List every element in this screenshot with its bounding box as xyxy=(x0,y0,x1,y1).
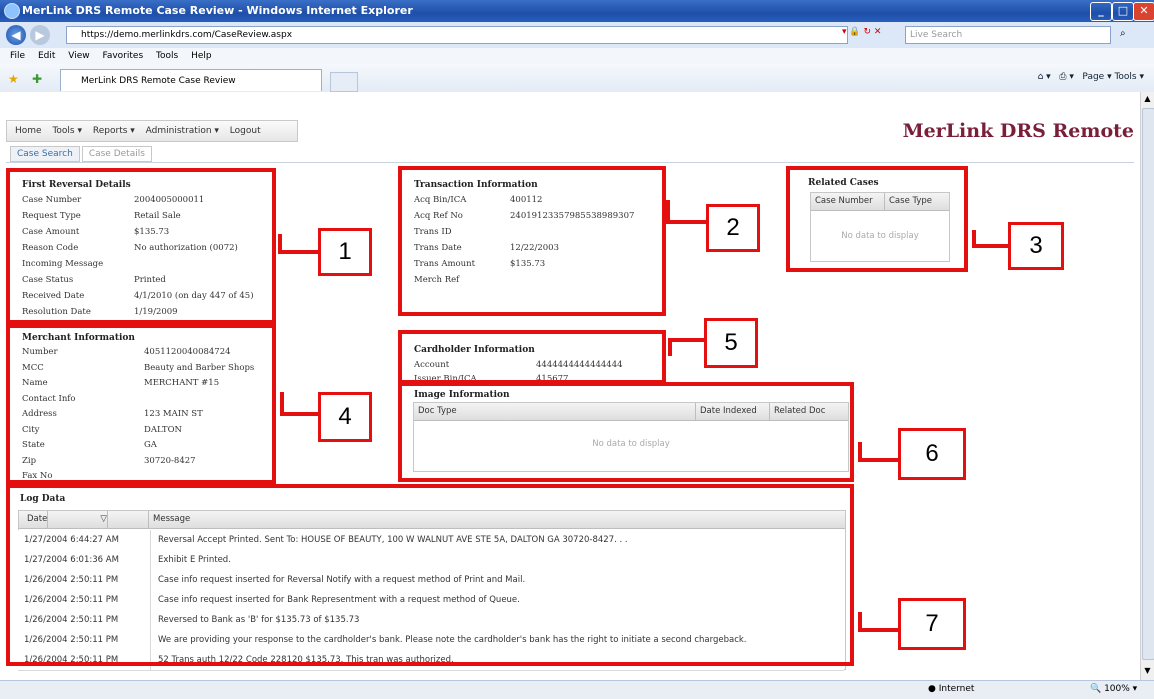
new-tab-button[interactable] xyxy=(330,72,358,92)
annotation-box-7 xyxy=(6,484,854,666)
annotation-box-4 xyxy=(6,324,276,484)
page-tabs: Case Search Case Details xyxy=(10,146,154,162)
connector-3 xyxy=(972,230,1008,248)
menu-view[interactable]: View xyxy=(68,51,89,61)
forward-icon[interactable]: ▶ xyxy=(30,25,50,45)
annotation-box-6 xyxy=(398,382,854,482)
menu-file[interactable]: File xyxy=(10,51,25,61)
favorites-star-icon[interactable]: ★ xyxy=(8,72,19,86)
vertical-scrollbar[interactable]: ▲ ▼ xyxy=(1140,92,1154,680)
app-menu-home[interactable]: Home xyxy=(15,126,42,136)
command-bar[interactable]: ⌂ ▾ ⎙ ▾ Page ▾ Tools ▾ xyxy=(1038,72,1144,82)
annotation-label-6: 6 xyxy=(898,428,966,480)
app-menu-reports[interactable]: Reports ▾ xyxy=(93,126,135,136)
tab-case-details[interactable]: Case Details xyxy=(81,146,152,162)
browser-tab[interactable]: MerLink DRS Remote Case Review xyxy=(60,69,322,91)
annotation-label-3: 3 xyxy=(1008,222,1064,270)
page-status-icons[interactable]: ▾ 🔒 ↻ ✕ xyxy=(842,27,898,43)
connector-4 xyxy=(280,392,318,416)
browser-menu-bar: File Edit View Favorites Tools Help xyxy=(0,48,1154,64)
address-toolbar: ◀ ▶ https://demo.merlinkdrs.com/CaseRevi… xyxy=(0,22,1154,49)
annotation-box-1 xyxy=(6,168,276,324)
close-button[interactable]: ✕ xyxy=(1133,2,1154,21)
url-input[interactable]: https://demo.merlinkdrs.com/CaseReview.a… xyxy=(66,26,848,44)
app-menu-bar: Home Tools ▾ Reports ▾ Administration ▾ … xyxy=(6,120,298,142)
annotation-box-3 xyxy=(786,166,968,272)
tab-bar: ★ ✚ MerLink DRS Remote Case Review ⌂ ▾ ⎙… xyxy=(0,64,1154,93)
minimize-button[interactable]: _ xyxy=(1090,2,1112,21)
window-title-bar: MerLink DRS Remote Case Review - Windows… xyxy=(0,0,1154,22)
annotation-label-1: 1 xyxy=(318,228,372,276)
scroll-up-icon[interactable]: ▲ xyxy=(1142,94,1153,106)
menu-help[interactable]: Help xyxy=(191,51,212,61)
app-menu-logout[interactable]: Logout xyxy=(230,126,261,136)
menu-tools[interactable]: Tools xyxy=(156,51,178,61)
zoom-level[interactable]: 🔍 100% ▾ xyxy=(1090,684,1137,694)
ie-icon xyxy=(4,3,20,19)
connector-5 xyxy=(668,338,704,356)
menu-edit[interactable]: Edit xyxy=(38,51,55,61)
search-icon[interactable]: ⌕ xyxy=(1120,28,1126,39)
scroll-thumb[interactable] xyxy=(1142,108,1154,660)
tab-case-search[interactable]: Case Search xyxy=(10,146,80,162)
annotation-label-5: 5 xyxy=(704,318,758,368)
status-bar: ● Internet 🔍 100% ▾ xyxy=(0,680,1154,699)
connector-6 xyxy=(858,442,898,462)
annotation-label-7: 7 xyxy=(898,598,966,650)
connector-2 xyxy=(666,200,708,224)
app-menu-tools[interactable]: Tools ▾ xyxy=(52,126,82,136)
annotation-box-2 xyxy=(398,166,666,316)
annotation-label-4: 4 xyxy=(318,392,372,442)
menu-favorites[interactable]: Favorites xyxy=(102,51,143,61)
maximize-button[interactable]: □ xyxy=(1112,2,1134,21)
annotation-label-2: 2 xyxy=(706,204,760,252)
connector-7 xyxy=(858,612,898,632)
tabs-divider xyxy=(6,162,1134,163)
app-menu-administration[interactable]: Administration ▾ xyxy=(146,126,219,136)
annotation-box-5 xyxy=(398,330,666,384)
add-favorite-icon[interactable]: ✚ xyxy=(32,72,42,86)
search-input[interactable]: Live Search xyxy=(905,26,1111,44)
app-brand: MerLink DRS Remote xyxy=(902,120,1134,142)
back-icon[interactable]: ◀ xyxy=(6,25,26,45)
window-title: MerLink DRS Remote Case Review - Windows… xyxy=(22,4,413,17)
scroll-down-icon[interactable]: ▼ xyxy=(1142,666,1153,678)
connector-1 xyxy=(278,234,318,254)
status-zone: ● Internet xyxy=(928,684,975,694)
